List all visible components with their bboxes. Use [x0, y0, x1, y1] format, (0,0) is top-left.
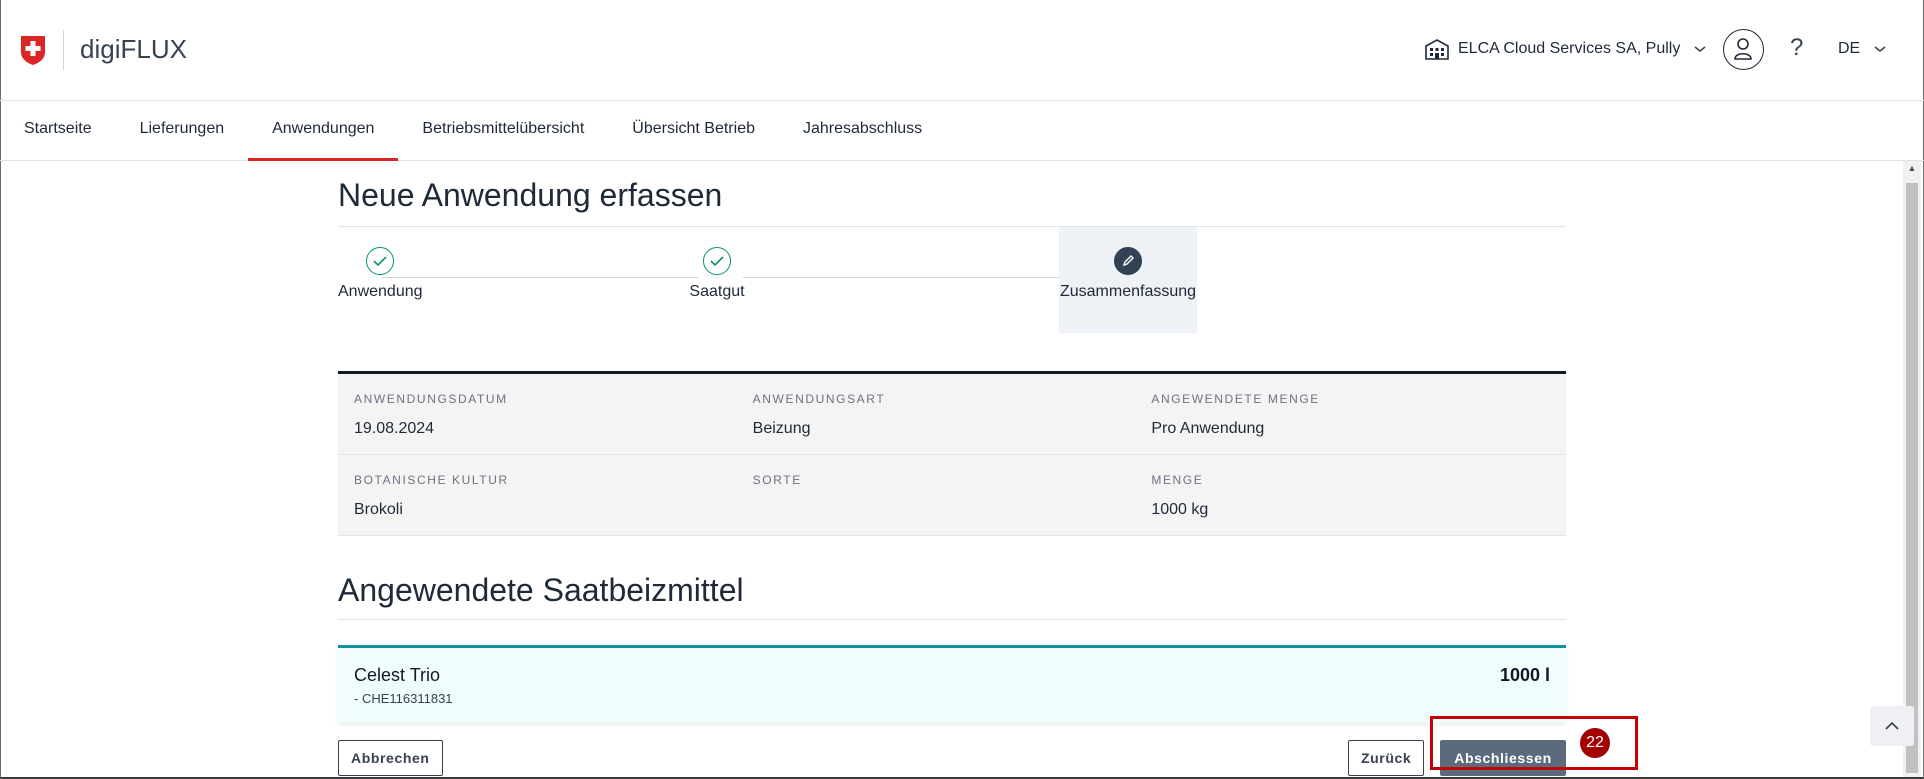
- organization-selector[interactable]: ELCA Cloud Services SA, Pully: [1424, 38, 1706, 60]
- nav-betriebsmitteluebersicht[interactable]: Betriebsmittelübersicht: [398, 101, 608, 161]
- chevron-down-icon: [1874, 46, 1886, 52]
- summary-cell-anwendungsdatum: ANWENDUNGSDATUM 19.08.2024: [354, 392, 753, 454]
- summary-cell-angewendete-menge: ANGEWENDETE MENGE Pro Anwendung: [1151, 392, 1550, 454]
- language-label: DE: [1838, 40, 1861, 57]
- summary-row: ANWENDUNGSDATUM 19.08.2024 ANWENDUNGSART…: [338, 374, 1566, 455]
- step-zusammenfassung[interactable]: Zusammenfassung: [1059, 227, 1197, 333]
- product-code: - CHE116311831: [354, 691, 453, 706]
- help-button[interactable]: ?: [1790, 34, 1803, 62]
- product-quantity: 1000 l: [1499, 665, 1550, 685]
- main-navigation: Startseite Lieferungen Anwendungen Betri…: [0, 101, 1924, 161]
- summary-value: 1000 kg: [1151, 501, 1209, 518]
- step-done-indicator: [703, 247, 731, 275]
- summary-value: 19.08.2024: [354, 420, 435, 437]
- step-current-indicator: [1114, 247, 1142, 275]
- user-menu-button[interactable]: [1723, 29, 1764, 70]
- building-icon: [1425, 39, 1449, 60]
- pencil-icon: [1122, 255, 1134, 267]
- action-bar: Abbrechen Zurück Abschliessen: [338, 740, 1566, 779]
- scroll-thumb[interactable]: [1906, 183, 1918, 773]
- header: digiFLUX ELCA Cloud Services SA, Pully ?…: [0, 0, 1924, 101]
- page-title: Neue Anwendung erfassen: [338, 177, 1566, 227]
- cancel-button[interactable]: Abbrechen: [338, 740, 443, 776]
- back-button[interactable]: Zurück: [1348, 740, 1425, 776]
- nav-uebersicht-betrieb[interactable]: Übersicht Betrieb: [608, 101, 779, 161]
- summary-cell-botanische-kultur: BOTANISCHE KULTUR Brokoli: [354, 473, 753, 535]
- step-connector: [382, 277, 698, 278]
- stepper: Anwendung Saatgut Zusammenfassung: [338, 227, 1566, 367]
- scrollbar[interactable]: ▲: [1903, 161, 1921, 777]
- nav-startseite[interactable]: Startseite: [0, 101, 116, 161]
- product-name: Celest Trio: [354, 665, 441, 685]
- user-icon: [1734, 38, 1752, 60]
- check-icon: [710, 256, 724, 267]
- chevron-up-icon: [1885, 721, 1899, 730]
- organization-name: ELCA Cloud Services SA, Pully: [1458, 40, 1681, 57]
- nav-jahresabschluss[interactable]: Jahresabschluss: [779, 101, 946, 161]
- summary-panel: ANWENDUNGSDATUM 19.08.2024 ANWENDUNGSART…: [338, 371, 1566, 536]
- nav-anwendungen[interactable]: Anwendungen: [248, 101, 399, 161]
- summary-cell-menge: MENGE 1000 kg: [1151, 473, 1550, 535]
- summary-value: Beizung: [752, 420, 811, 437]
- scroll-up-arrow-icon[interactable]: ▲: [1903, 163, 1921, 177]
- step-badge: 22: [1580, 728, 1610, 758]
- logo-separator: [63, 30, 64, 70]
- swiss-cross-logo[interactable]: [20, 34, 46, 66]
- language-selector[interactable]: DE: [1838, 40, 1886, 58]
- product-card: Celest Trio - CHE116311831 1000 l: [338, 645, 1566, 723]
- check-icon: [373, 256, 387, 267]
- chevron-down-icon: [1694, 46, 1706, 52]
- summary-value: Pro Anwendung: [1151, 420, 1265, 437]
- step-saatgut[interactable]: Saatgut: [682, 227, 752, 333]
- section-title: Angewendete Saatbeizmittel: [338, 572, 1566, 620]
- summary-cell-sorte: SORTE: [753, 473, 1152, 535]
- summary-label: BOTANISCHE KULTUR: [354, 473, 509, 487]
- step-label: Saatgut: [689, 283, 745, 300]
- summary-label: ANWENDUNGSART: [752, 392, 886, 406]
- summary-label: MENGE: [1151, 473, 1204, 487]
- app-title[interactable]: digiFLUX: [80, 34, 187, 65]
- summary-label: SORTE: [752, 473, 802, 487]
- summary-value: Brokoli: [354, 501, 403, 518]
- summary-label: ANWENDUNGSDATUM: [354, 392, 508, 406]
- main-content: Neue Anwendung erfassen Anwendung Saatgu…: [338, 161, 1566, 779]
- step-done-indicator: [366, 247, 394, 275]
- nav-lieferungen[interactable]: Lieferungen: [116, 101, 249, 161]
- step-label: Anwendung: [338, 283, 423, 300]
- back-to-top-button[interactable]: [1870, 706, 1914, 746]
- summary-cell-anwendungsart: ANWENDUNGSART Beizung: [753, 392, 1152, 454]
- step-anwendung[interactable]: Anwendung: [338, 227, 423, 333]
- summary-label: ANGEWENDETE MENGE: [1151, 392, 1320, 406]
- summary-row: BOTANISCHE KULTUR Brokoli SORTE MENGE 10…: [338, 455, 1566, 536]
- step-label: Zusammenfassung: [1059, 283, 1197, 300]
